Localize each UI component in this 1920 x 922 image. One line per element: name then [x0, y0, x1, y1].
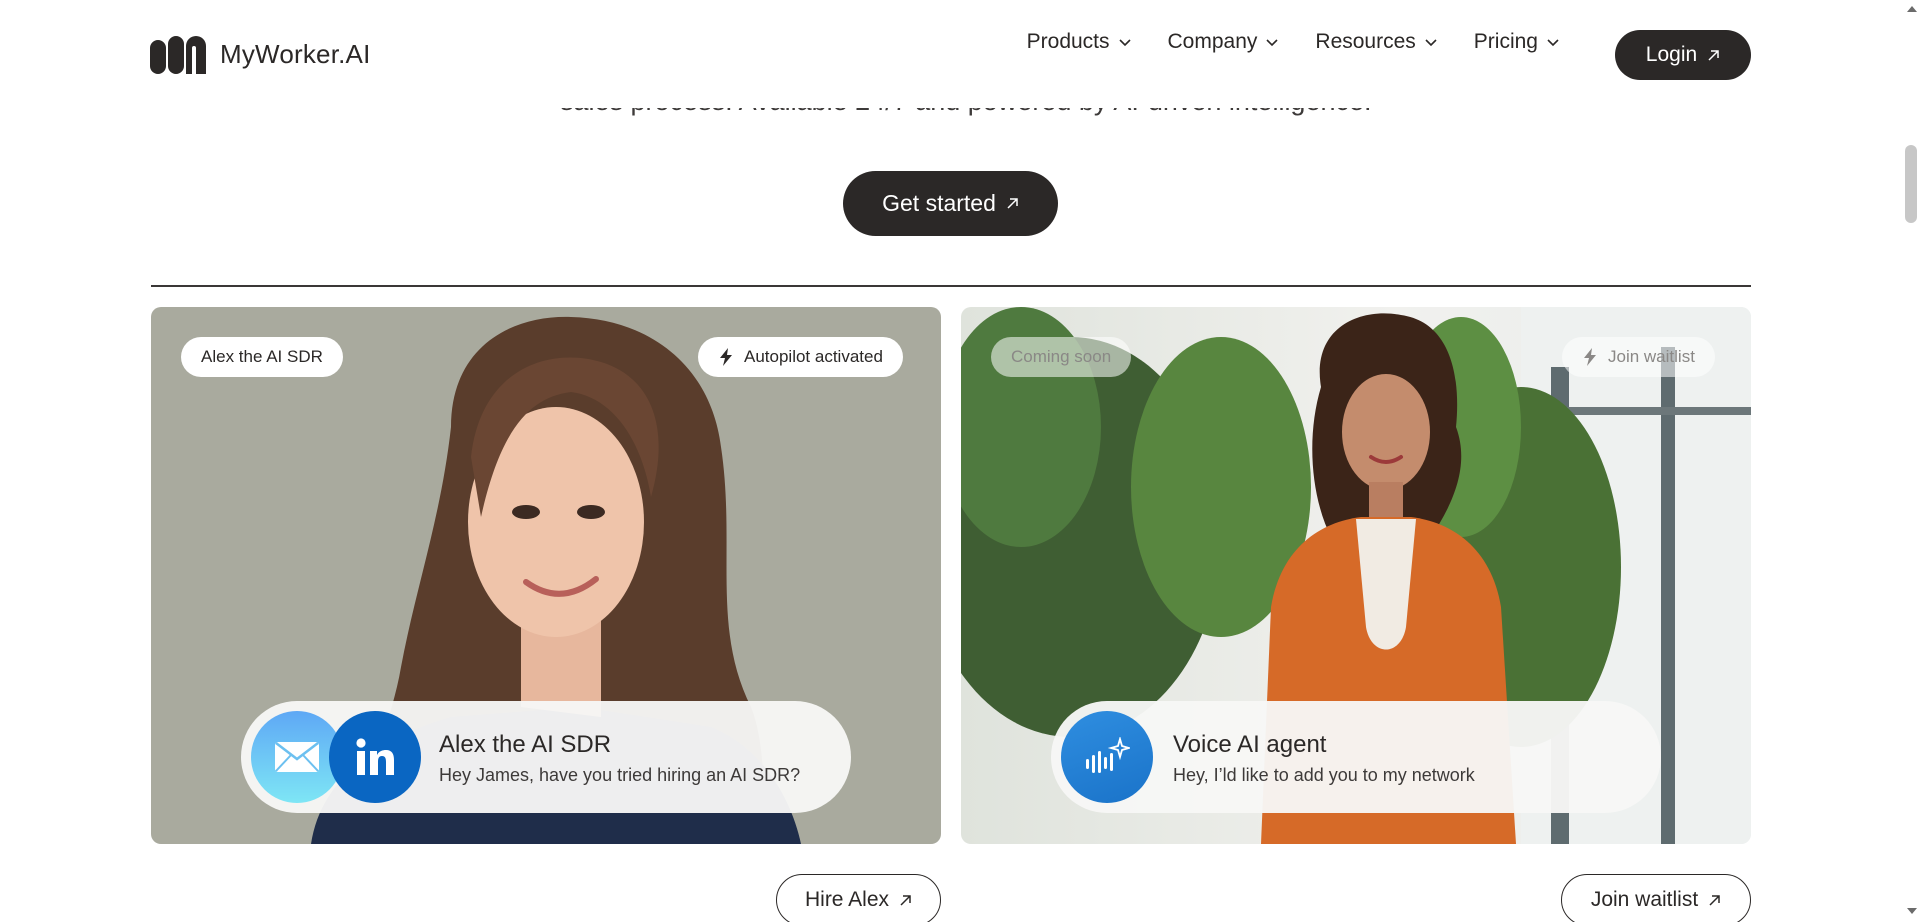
- login-button[interactable]: Login: [1615, 30, 1751, 80]
- bubble-message: Hey James, have you tried hiring an AI S…: [439, 765, 801, 785]
- lightning-icon: [1584, 348, 1596, 366]
- brand-logo[interactable]: MyWorker.AI: [150, 34, 371, 74]
- bubble-message: Hey, I’ld like to add you to my network: [1173, 765, 1475, 785]
- arrow-up-right-icon: [1708, 49, 1719, 61]
- site-header: MyWorker.AI Products Company Resources P…: [0, 0, 1904, 108]
- arrow-up-right-icon: [1007, 198, 1018, 209]
- logo-mark-icon: [150, 36, 206, 74]
- alex-tag: Alex the AI SDR: [181, 337, 343, 377]
- linkedin-icon: [329, 711, 421, 803]
- chevron-down-icon: [1118, 39, 1131, 47]
- login-label: Login: [1645, 43, 1698, 66]
- voice-ai-icon: [1061, 711, 1153, 803]
- chevron-down-icon: [1547, 39, 1559, 47]
- chevron-down-icon: [1266, 39, 1278, 47]
- section-divider: [151, 285, 1751, 287]
- lightning-icon: [720, 348, 732, 366]
- autopilot-status-badge: Autopilot activated: [698, 337, 903, 377]
- nav-resources[interactable]: Resources: [1315, 30, 1437, 54]
- brand-name: MyWorker.AI: [220, 38, 371, 69]
- nav-label: Company: [1167, 30, 1258, 53]
- alex-message-bubble: Alex the AI SDR Hey James, have you trie…: [241, 701, 851, 813]
- scrollbar-thumb[interactable]: [1905, 145, 1917, 223]
- hire-alex-button[interactable]: Hire Alex: [776, 874, 941, 922]
- nav-label: Pricing: [1473, 30, 1538, 53]
- join-waitlist-button[interactable]: Join waitlist: [1561, 874, 1751, 922]
- get-started-button[interactable]: Get started: [843, 171, 1058, 236]
- alex-sdr-card: Alex the AI SDR Autopilot activated Alex…: [151, 307, 941, 844]
- chevron-down-icon: [1425, 39, 1437, 47]
- arrow-up-right-icon: [900, 894, 911, 906]
- status-label: Join waitlist: [1608, 347, 1695, 366]
- join-waitlist-badge: Join waitlist: [1562, 337, 1715, 377]
- coming-soon-tag: Coming soon: [991, 337, 1132, 377]
- main-nav: Products Company Resources Pricing: [1027, 30, 1560, 54]
- voice-agent-card: Coming soon Join waitlist Voice AI agent…: [961, 307, 1751, 844]
- button-label: Join waitlist: [1590, 888, 1699, 911]
- nav-pricing[interactable]: Pricing: [1474, 30, 1560, 54]
- nav-products[interactable]: Products: [1027, 30, 1132, 54]
- tag-label: Coming soon: [1011, 347, 1112, 366]
- cta-label: Get started: [882, 190, 996, 216]
- nav-company[interactable]: Company: [1168, 30, 1280, 54]
- page-scrollbar[interactable]: [1904, 0, 1920, 922]
- arrow-up-right-icon: [1709, 894, 1720, 906]
- nav-label: Products: [1026, 30, 1110, 53]
- status-label: Autopilot activated: [744, 347, 883, 366]
- scroll-down-arrow-icon[interactable]: [1906, 906, 1918, 916]
- nav-label: Resources: [1315, 30, 1416, 53]
- button-label: Hire Alex: [804, 888, 890, 911]
- bubble-title: Voice AI agent: [1173, 731, 1327, 758]
- bubble-title: Alex the AI SDR: [439, 731, 612, 758]
- scroll-up-arrow-icon[interactable]: [1906, 4, 1918, 14]
- tag-label: Alex the AI SDR: [201, 347, 323, 366]
- voice-agent-message-bubble: Voice AI agent Hey, I’ld like to add you…: [1051, 701, 1661, 813]
